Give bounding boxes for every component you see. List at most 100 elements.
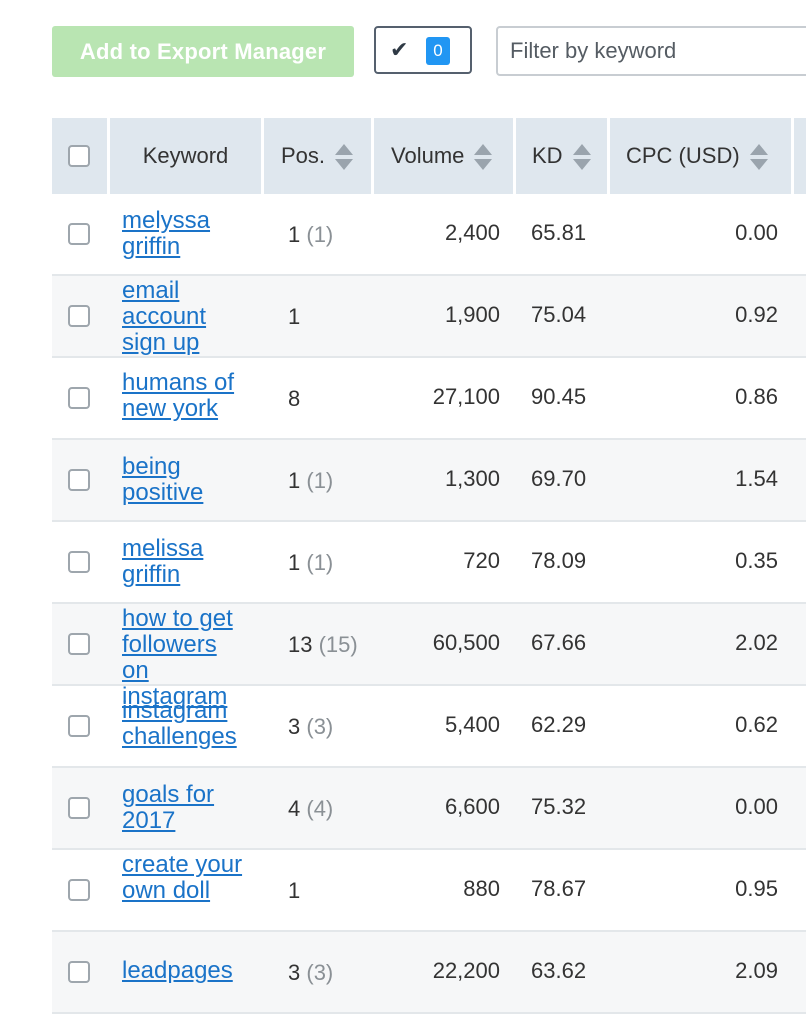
- cpc-cell: 0.00: [735, 794, 778, 819]
- position-value: 1: [288, 550, 301, 575]
- position-cell: 4 (4): [288, 796, 333, 822]
- position-cell: 1 (1): [288, 550, 333, 576]
- row-checkbox[interactable]: [68, 797, 90, 819]
- column-keyword[interactable]: Keyword: [110, 118, 264, 194]
- filter-by-keyword-input[interactable]: [496, 26, 806, 76]
- volume-cell: 5,400: [444, 712, 500, 737]
- keyword-link[interactable]: melyssa griffin: [122, 208, 250, 260]
- position-cell: 1: [288, 304, 300, 330]
- volume-cell: 60,500: [432, 630, 500, 655]
- table-row: how to get followers on instagram 13 (15)…: [52, 604, 806, 710]
- table-row: melyssa griffin 1 (1) 2,400 65.81 0.00: [52, 194, 806, 276]
- position-value: 3: [288, 714, 301, 739]
- column-cpc[interactable]: CPC (USD): [610, 118, 794, 194]
- row-checkbox[interactable]: [68, 305, 90, 327]
- selected-count-badge: 0: [426, 37, 450, 65]
- sort-icon: [474, 144, 493, 171]
- kd-cell: 67.66: [531, 630, 587, 655]
- position-cell: 1 (1): [288, 222, 333, 248]
- kd-cell: 69.70: [531, 466, 587, 491]
- cpc-cell: 0.00: [735, 220, 778, 245]
- row-checkbox[interactable]: [68, 879, 90, 901]
- table-row: being positive 1 (1) 1,300 69.70 1.54: [52, 440, 806, 522]
- toolbar: Add to Export Manager ✔ 0: [52, 26, 806, 78]
- table-row: leadpages 3 (3) 22,200 63.62 2.09: [52, 932, 806, 1014]
- column-pos[interactable]: Pos.: [264, 118, 374, 194]
- cpc-cell: 2.09: [735, 958, 778, 983]
- volume-cell: 1,900: [444, 302, 500, 327]
- kd-cell: 78.67: [531, 876, 587, 901]
- add-to-export-manager-button[interactable]: Add to Export Manager: [52, 26, 354, 77]
- position-cell: 8: [288, 386, 300, 412]
- cpc-cell: 1.54: [735, 466, 778, 491]
- keyword-link[interactable]: being positive: [122, 454, 250, 506]
- select-all-checkbox[interactable]: [68, 145, 90, 167]
- volume-cell: 880: [463, 876, 500, 901]
- row-checkbox[interactable]: [68, 961, 90, 983]
- position-value: 1: [288, 878, 301, 903]
- volume-cell: 27,100: [432, 384, 500, 409]
- row-checkbox[interactable]: [68, 633, 90, 655]
- cpc-cell: 0.95: [735, 876, 778, 901]
- row-checkbox[interactable]: [68, 469, 90, 491]
- column-pos-label: Pos.: [281, 143, 326, 168]
- volume-cell: 720: [463, 548, 500, 573]
- column-volume[interactable]: Volume: [374, 118, 516, 194]
- position-value: 1: [288, 222, 301, 247]
- previous-position-value: (1): [306, 550, 334, 575]
- volume-cell: 1,300: [444, 466, 500, 491]
- kd-cell: 63.62: [531, 958, 587, 983]
- position-value: 4: [288, 796, 301, 821]
- keyword-link[interactable]: humans of new york: [122, 370, 250, 422]
- column-cpc-label: CPC (USD): [626, 143, 740, 168]
- sort-icon: [335, 144, 354, 171]
- position-value: 1: [288, 468, 301, 493]
- position-value: 3: [288, 960, 301, 985]
- previous-position-value: (15): [318, 632, 358, 657]
- row-checkbox[interactable]: [68, 387, 90, 409]
- kd-cell: 65.81: [531, 220, 587, 245]
- row-checkbox[interactable]: [68, 551, 90, 573]
- keyword-link[interactable]: create your own doll: [122, 852, 250, 904]
- table-row: email account sign up 1 1,900 75.04 0.92: [52, 276, 806, 358]
- column-volume-label: Volume: [391, 143, 465, 168]
- position-value: 1: [288, 304, 301, 329]
- selected-count-button[interactable]: ✔ 0: [374, 26, 472, 74]
- cpc-cell: 0.35: [735, 548, 778, 573]
- keyword-link[interactable]: email account sign up: [122, 278, 250, 356]
- position-cell: 3 (3): [288, 960, 333, 986]
- position-value: 13: [288, 632, 313, 657]
- volume-cell: 6,600: [444, 794, 500, 819]
- previous-position-value: (1): [306, 468, 334, 493]
- table-row: goals for 2017 4 (4) 6,600 75.32 0.00: [52, 768, 806, 850]
- volume-cell: 22,200: [432, 958, 500, 983]
- column-kd-label: KD: [532, 143, 563, 168]
- kd-cell: 75.04: [531, 302, 587, 327]
- kd-cell: 75.32: [531, 794, 587, 819]
- table-row: instagram challenges 3 (3) 5,400 62.29 0.62: [52, 686, 806, 768]
- keyword-link[interactable]: goals for 2017: [122, 782, 250, 834]
- table-header: Keyword Pos. Volume KD CPC (USD): [52, 118, 806, 194]
- table-row: melissa griffin 1 (1) 720 78.09 0.35: [52, 522, 806, 604]
- position-cell: 1 (1): [288, 468, 333, 494]
- sort-icon: [749, 144, 768, 171]
- keywords-table: Keyword Pos. Volume KD CPC (USD) melyssa…: [52, 118, 806, 1014]
- keyword-link[interactable]: leadpages: [122, 958, 250, 984]
- checkmark-icon: ✔: [390, 37, 409, 62]
- previous-position-value: (1): [306, 222, 334, 247]
- header-select-cell: [52, 118, 110, 194]
- keyword-link[interactable]: melissa griffin: [122, 536, 250, 588]
- previous-position-value: (3): [306, 960, 334, 985]
- volume-cell: 2,400: [444, 220, 500, 245]
- cpc-cell: 2.02: [735, 630, 778, 655]
- keyword-link[interactable]: instagram challenges: [122, 698, 250, 750]
- sort-icon: [572, 144, 591, 171]
- row-checkbox[interactable]: [68, 715, 90, 737]
- previous-position-value: (3): [306, 714, 334, 739]
- kd-cell: 78.09: [531, 548, 587, 573]
- row-checkbox[interactable]: [68, 223, 90, 245]
- column-kd[interactable]: KD: [516, 118, 610, 194]
- table-row: humans of new york 8 27,100 90.45 0.86: [52, 358, 806, 440]
- table-body: melyssa griffin 1 (1) 2,400 65.81 0.00 email …: [52, 194, 806, 1014]
- cpc-cell: 0.92: [735, 302, 778, 327]
